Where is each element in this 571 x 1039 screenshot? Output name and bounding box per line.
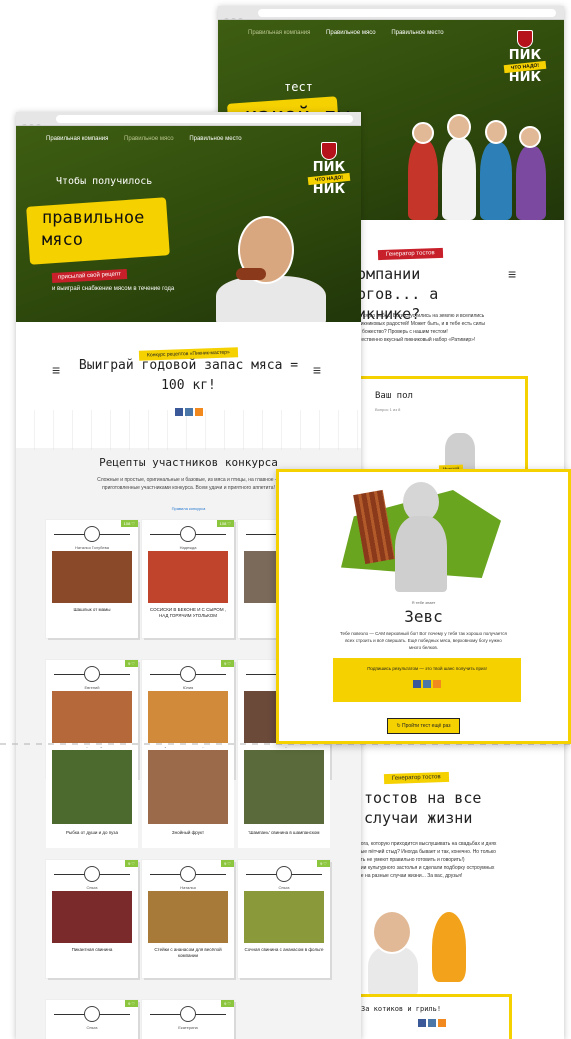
recipe-photo xyxy=(148,891,228,943)
recipe-photo xyxy=(148,750,228,824)
recipe-card[interactable]: 108 ♡ Надежда СОСИСКИ В БЕКОНЕ И С СЫРОМ… xyxy=(142,520,234,638)
recipe-photo xyxy=(52,750,132,824)
recipe-photo xyxy=(148,691,228,743)
toasts-desc: рога, которую приходится выслушивать на … xyxy=(358,841,497,879)
recipe-card[interactable]: 9 ♡ Ольга xyxy=(46,1000,138,1039)
recipe-card[interactable]: 9 ♡ Ольга Сочная свинина с ананасом в фо… xyxy=(238,860,330,978)
avatar xyxy=(180,666,196,682)
man-with-horn-image xyxy=(358,906,488,996)
top-nav: Правильная компания Правильное мясо Прав… xyxy=(248,30,458,36)
avatar xyxy=(276,866,292,882)
avatar xyxy=(84,1006,100,1022)
avatar xyxy=(180,526,196,542)
avatar xyxy=(180,1006,196,1022)
quiz-result-panel: Я тебе знает Зевс Тебе повезло — САМ вер… xyxy=(276,469,571,744)
hero-small-text: тест xyxy=(284,80,313,94)
recipe-photo xyxy=(52,891,132,943)
share-buttons-result xyxy=(333,680,521,688)
result-name: Зевс xyxy=(404,607,443,626)
recipe-card[interactable]: 9 ♡ Ольга Пикантная свинина xyxy=(46,860,138,978)
toast-box: За котиков и гриль! xyxy=(352,994,512,1039)
recipe-photo xyxy=(244,750,324,824)
result-label: Я тебе знает xyxy=(411,600,436,605)
vk-icon[interactable] xyxy=(423,680,431,688)
vk-icon[interactable] xyxy=(428,1019,436,1027)
nav-item-meat[interactable]: Правильное мясо xyxy=(326,30,376,36)
shield-icon xyxy=(517,30,533,48)
ok-icon[interactable] xyxy=(433,680,441,688)
refresh-icon: ↻ xyxy=(396,723,401,729)
avatar xyxy=(180,866,196,882)
share-text: Подпишись результатом — это твой шанс по… xyxy=(367,666,487,671)
nav-item-company[interactable]: Правильная компания xyxy=(248,30,310,36)
section-desc: ется до небес! Боги спустились на землю … xyxy=(358,313,485,343)
toasts-title: тостов на все случаи жизни xyxy=(364,789,482,827)
share-buttons xyxy=(355,1019,509,1027)
recipe-photo xyxy=(52,551,132,603)
browser-chrome xyxy=(218,6,564,23)
recipe-photo xyxy=(148,551,228,603)
recipe-photo xyxy=(244,891,324,943)
share-box: Подпишись результатом — это твой шанс по… xyxy=(333,658,521,702)
gods-group-image xyxy=(398,100,558,220)
result-desc: Тебе повезло — САМ верховный бог! Вот по… xyxy=(340,631,507,650)
recipe-card[interactable]: Рыбка от души и до пуза xyxy=(46,748,138,848)
ok-icon[interactable] xyxy=(438,1019,446,1027)
recipe-card[interactable]: 'Шампань' свинина в шампанском xyxy=(238,748,330,848)
quiz-progress: Вопрос 1 из 8 xyxy=(375,407,401,412)
facebook-icon[interactable] xyxy=(413,680,421,688)
quiz-question: Ваш пол xyxy=(375,391,413,401)
avatar xyxy=(84,666,100,682)
toast-generator-tag: Генератор тостов xyxy=(377,247,443,261)
address-bar[interactable] xyxy=(258,9,556,17)
logo[interactable]: ПИК ЧТО НАДО! НИК xyxy=(498,30,552,84)
avatar xyxy=(84,866,100,882)
recipe-card[interactable]: Знойный фрукт xyxy=(142,748,234,848)
zeus-statue-image xyxy=(391,482,451,592)
recipe-card[interactable]: 9 ♡ Екатерина xyxy=(142,1000,234,1039)
toast-box-text: За котиков и гриль! xyxy=(361,1005,442,1013)
facebook-icon[interactable] xyxy=(418,1019,426,1027)
retake-quiz-button[interactable]: ↻ Пройти тест ещё раз xyxy=(387,718,460,734)
toast-generator-tag-2: Генератор тостов xyxy=(383,771,449,785)
squiggle-icon: ≡ xyxy=(508,266,517,282)
recipe-card[interactable]: 9 ♡ Наталья Стейки с ананасом для весёло… xyxy=(142,860,234,978)
recipe-card[interactable]: 108 ♡ Наталья Голубева Шашлык от мамы xyxy=(46,520,138,638)
avatar xyxy=(84,526,100,542)
recipe-photo xyxy=(52,691,132,743)
nav-item-place[interactable]: Правильное место xyxy=(391,30,443,36)
